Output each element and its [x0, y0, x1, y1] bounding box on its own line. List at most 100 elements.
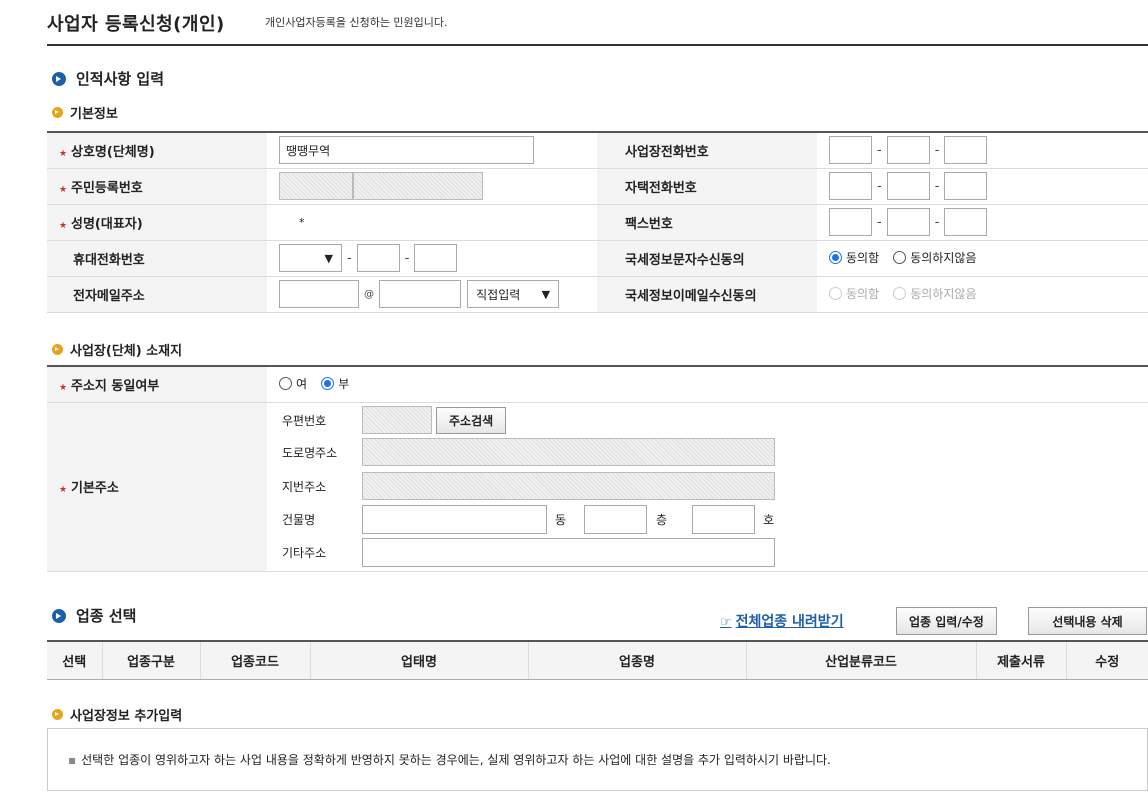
zip-input [362, 406, 432, 434]
bullet-icon: ▪ [68, 753, 77, 767]
subsection-basic-title: 기본정보 [52, 103, 118, 122]
radio-checked-icon [829, 250, 842, 264]
building-row: 건물명 동 층 호 [282, 505, 774, 534]
fax-2[interactable] [886, 208, 930, 236]
section-personal-title: 인적사항 입력 [52, 68, 164, 89]
mobile-label: 휴대전화번호 [47, 240, 267, 277]
home-phone-1[interactable] [829, 172, 872, 200]
subsection-extra-title: 사업장정보 추가입력 [52, 705, 182, 724]
home-phone-3[interactable] [944, 172, 988, 200]
etc-addr-label: 기타주소 [282, 546, 327, 560]
home-phone-2[interactable] [886, 172, 930, 200]
subsection-address-title: 사업장(단체) 소재지 [52, 340, 182, 359]
col-code: 업종코드 [200, 641, 311, 680]
chevron-down-icon: ▼ [541, 287, 551, 301]
subsection-basic-label: 기본정보 [70, 107, 118, 122]
email-domain-input[interactable] [379, 280, 461, 308]
floor-input[interactable] [584, 505, 648, 534]
download-all-link[interactable]: ☞ 전체업종 내려받기 [720, 611, 844, 631]
email-consent-agree: 동의함 [829, 285, 879, 302]
address-search-button[interactable]: 주소검색 [436, 406, 507, 434]
ho-label: 호 [763, 513, 775, 527]
zip-row: 우편번호 주소검색 [282, 406, 507, 434]
email-id-input[interactable] [279, 280, 359, 308]
arrow-circle-icon [52, 344, 63, 355]
biz-phone-label: 사업장전화번호 [597, 132, 817, 169]
building-name-input[interactable] [362, 505, 547, 534]
page-subtitle: 개인사업자등록을 신청하는 민원입니다. [265, 16, 448, 29]
subsection-extra-label: 사업장정보 추가입력 [70, 709, 183, 724]
biz-phone-2[interactable] [886, 136, 930, 165]
col-business: 업태명 [310, 641, 529, 680]
etc-addr-row: 기타주소 [282, 538, 775, 567]
arrow-circle-icon [52, 71, 66, 86]
pointing-hand-icon: ☞ [720, 615, 732, 630]
resident-no-2 [353, 172, 483, 200]
sms-consent-label: 국세정보문자수신동의 [597, 240, 817, 277]
basic-info-table: ★ 상호명(단체명) 땡땡무역 사업장전화번호 -- ★ 주민등록번호 자택전화번호… [47, 131, 1148, 313]
dong-label: 동 [555, 513, 567, 527]
company-name-input[interactable]: 땡땡무역 [279, 136, 534, 165]
page-header: 사업자 등록신청(개인) 개인사업자등록을 신청하는 민원입니다. [47, 0, 1148, 46]
company-name-label: ★ 상호명(단체명) [47, 132, 267, 169]
delete-selected-button[interactable]: 선택내용 삭제 [1028, 607, 1147, 635]
section-biz-label: 업종 선택 [76, 607, 137, 625]
mobile-2[interactable] [356, 244, 400, 272]
sms-consent-agree[interactable]: 동의함 [829, 249, 879, 266]
etc-addr-input[interactable] [362, 538, 775, 567]
sms-consent-disagree[interactable]: 동의하지않음 [893, 249, 977, 266]
radio-icon [829, 286, 842, 300]
arrow-circle-icon [52, 608, 66, 623]
resident-no-1 [279, 172, 353, 200]
rep-name-value: * [267, 204, 597, 241]
email-label: 전자메일주소 [47, 276, 267, 313]
radio-checked-icon [321, 376, 335, 390]
base-addr-label: ★ 기본주소 [47, 402, 267, 572]
email-domain-select[interactable]: 직접입력 ▼ [467, 280, 560, 308]
biz-phone-3[interactable] [944, 136, 988, 165]
fax-1[interactable] [829, 208, 872, 236]
road-addr-label: 도로명주소 [282, 445, 338, 460]
col-industry-code: 산업분류코드 [746, 641, 977, 680]
email-consent-disagree: 동의하지않음 [893, 285, 977, 302]
building-label: 건물명 [282, 513, 316, 527]
subsection-address-label: 사업장(단체) 소재지 [70, 344, 183, 359]
notice-text: 선택한 업종이 영위하고자 하는 사업 내용을 정확하게 반영하지 못하는 경우… [81, 753, 831, 767]
same-addr-yes[interactable]: 여 [279, 375, 307, 392]
section-personal-label: 인적사항 입력 [76, 70, 165, 88]
arrow-circle-icon [52, 107, 63, 118]
road-addr-input [362, 438, 775, 466]
notice-box: ▪ 선택한 업종이 영위하고자 하는 사업 내용을 정확하게 반영하지 못하는 경… [47, 728, 1148, 791]
page-title: 사업자 등록신청(개인) [47, 14, 225, 35]
fax-3[interactable] [944, 208, 988, 236]
mobile-prefix-select[interactable]: ▼ [279, 244, 342, 272]
radio-icon [893, 250, 907, 264]
zip-label: 우편번호 [282, 413, 327, 428]
biz-type-table: 선택 업종구분 업종코드 업태명 업종명 산업분류코드 제출서류 수정 [47, 640, 1148, 680]
email-consent-label: 국세정보이메일수신동의 [597, 276, 817, 313]
col-edit: 수정 [1066, 641, 1148, 680]
ho-input[interactable] [692, 505, 756, 534]
lot-addr-label: 지번주소 [282, 479, 327, 494]
col-item: 업종명 [528, 641, 747, 680]
lot-addr-row: 지번주소 [282, 472, 775, 500]
section-biz-title: 업종 선택 [52, 605, 136, 626]
same-addr-label: ★ 주소지 동일여부 [47, 366, 267, 403]
mobile-3[interactable] [414, 244, 458, 272]
resident-no-label: ★ 주민등록번호 [47, 168, 267, 205]
biz-phone-1[interactable] [829, 136, 872, 165]
same-addr-no[interactable]: 부 [321, 375, 349, 392]
col-type: 업종구분 [102, 641, 201, 680]
home-phone-label: 자택전화번호 [597, 168, 817, 205]
radio-icon [893, 286, 907, 300]
floor-label: 층 [656, 513, 668, 527]
biz-edit-button[interactable]: 업종 입력/수정 [896, 607, 997, 635]
rep-name-label: ★ 성명(대표자) [47, 204, 267, 241]
radio-icon [279, 376, 292, 390]
arrow-circle-icon [52, 709, 63, 720]
fax-label: 팩스번호 [597, 204, 817, 241]
road-addr-row: 도로명주소 [282, 438, 775, 466]
lot-addr-input [362, 472, 775, 500]
chevron-down-icon: ▼ [324, 251, 333, 265]
col-documents: 제출서류 [976, 641, 1067, 680]
